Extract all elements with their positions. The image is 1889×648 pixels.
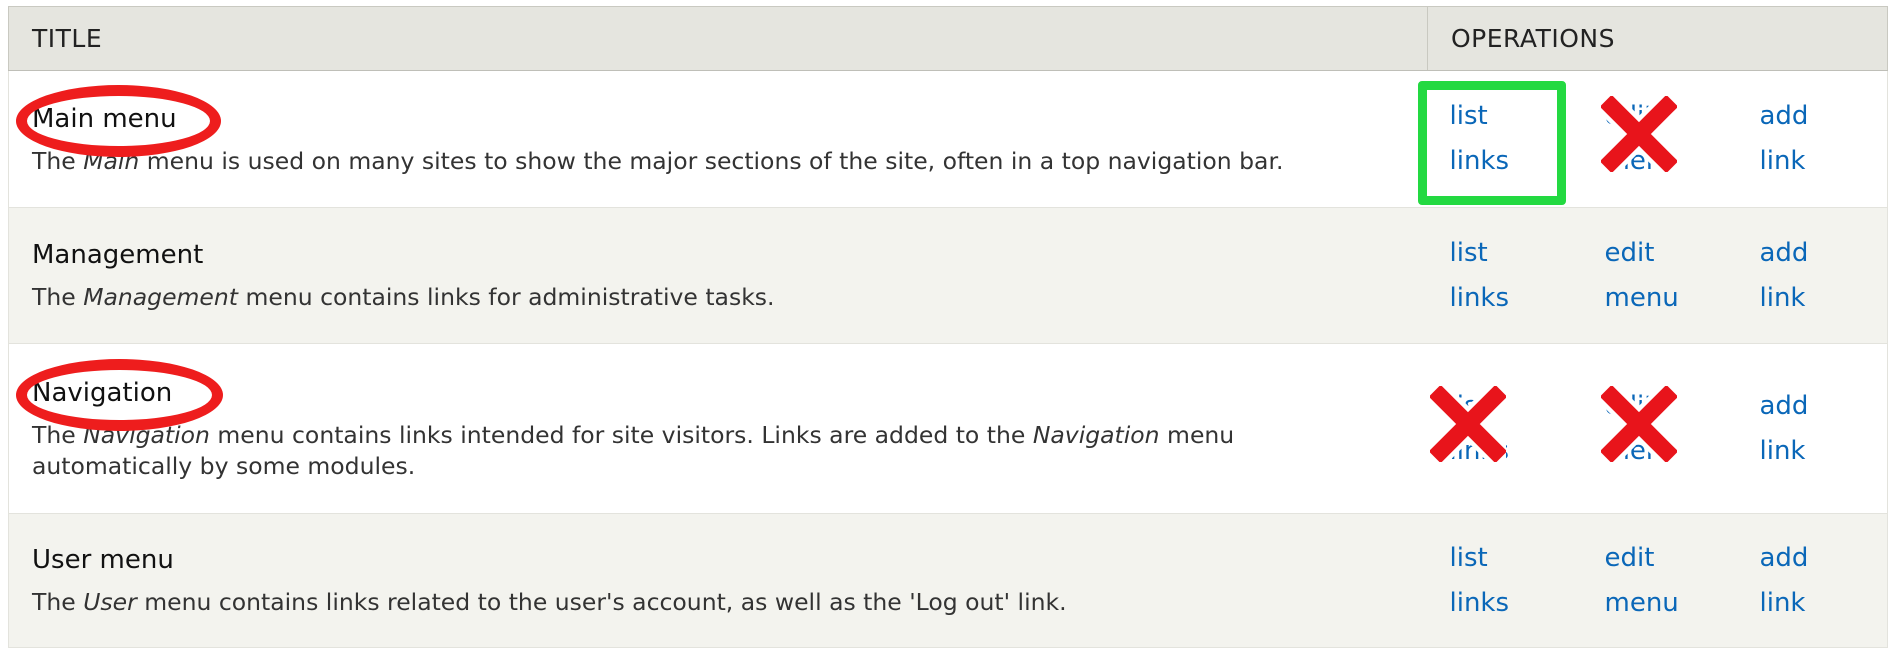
menu-name: User menu (32, 545, 174, 575)
edit-menu-link[interactable]: edit menu (1605, 231, 1760, 321)
menu-name: Management (32, 240, 204, 270)
list-links-link[interactable]: list links (1450, 231, 1605, 321)
menus-table: TITLE OPERATIONS Main menu The Main menu… (8, 6, 1888, 648)
menu-description: The User menu contains links related to … (32, 588, 1067, 616)
menu-description: The Management menu contains links for a… (32, 283, 775, 311)
operations-cell: list links edit menu add link (1417, 70, 1888, 208)
title-column-header: TITLE (8, 6, 1428, 71)
menu-name-label: Navigation (32, 377, 173, 408)
list-links-link[interactable]: list links (1450, 536, 1605, 626)
list-links-link[interactable]: list links (1421, 377, 1605, 474)
add-link-link[interactable]: add link (1760, 384, 1880, 474)
table-header-row: TITLE OPERATIONS (8, 6, 1888, 71)
menu-name: Navigation (16, 358, 223, 431)
operations-cell: list links edit menu add link (1427, 207, 1888, 344)
edit-menu-link[interactable]: edit menu (1605, 536, 1760, 626)
add-link-link[interactable]: add link (1760, 94, 1880, 184)
table-row-management: Management The Management menu contains … (8, 207, 1888, 344)
title-cell: Navigation The Navigation menu contains … (8, 343, 1428, 514)
operations-cell: list links edit menu add link (1427, 513, 1888, 648)
menu-name-label: Main menu (32, 103, 177, 134)
menu-description: The Navigation menu contains links inten… (32, 420, 1235, 480)
title-cell: Management The Management menu contains … (8, 207, 1428, 344)
menu-name: Main menu (16, 84, 221, 157)
table-row-main-menu: Main menu The Main menu is used on many … (8, 70, 1888, 208)
operations-column-header: OPERATIONS (1427, 6, 1888, 71)
table-row-user-menu: User menu The User menu contains links r… (8, 513, 1888, 648)
add-link-link[interactable]: add link (1760, 231, 1880, 321)
title-cell: Main menu The Main menu is used on many … (8, 70, 1428, 208)
menu-description: The Main menu is used on many sites to s… (32, 146, 1284, 175)
list-links-link[interactable]: list links (1417, 81, 1605, 205)
add-link-link[interactable]: add link (1760, 536, 1880, 626)
edit-menu-link[interactable]: edit menu (1592, 88, 1760, 184)
operations-cell: list links edit menu add link (1421, 343, 1888, 514)
table-row-navigation: Navigation The Navigation menu contains … (8, 343, 1888, 514)
edit-menu-link[interactable]: edit menu (1592, 377, 1760, 474)
title-cell: User menu The User menu contains links r… (8, 513, 1428, 648)
